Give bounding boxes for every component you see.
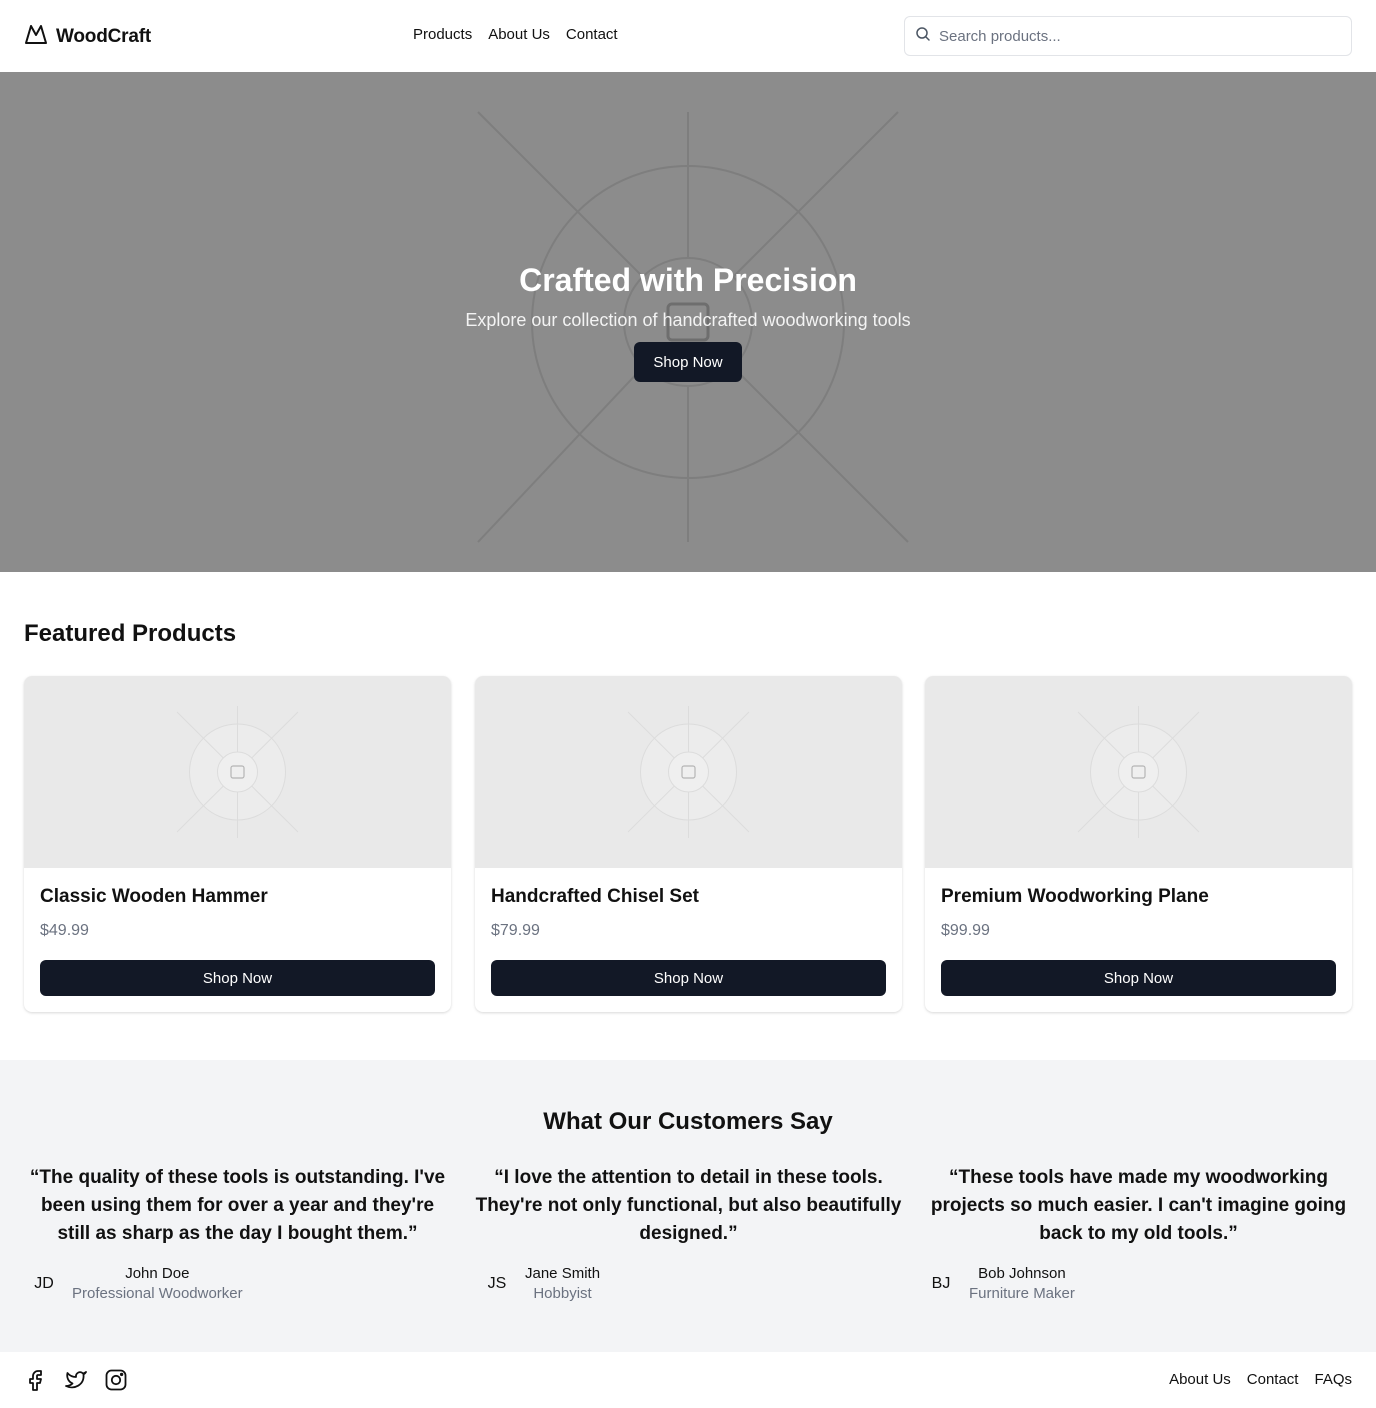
- testimonial-author: JS Jane Smith Hobbyist: [477, 1264, 600, 1304]
- hero-shop-now-button[interactable]: Shop Now: [634, 342, 742, 382]
- product-image: [24, 676, 451, 868]
- footer-faqs-link[interactable]: FAQs: [1314, 1371, 1352, 1388]
- product-image: [475, 676, 902, 868]
- hero-title: Crafted with Precision: [519, 262, 857, 298]
- instagram-icon[interactable]: [104, 1368, 128, 1392]
- testimonial: “I love the attention to detail in these…: [475, 1164, 902, 1302]
- author-name: John Doe: [125, 1265, 190, 1282]
- product-shop-now-button[interactable]: Shop Now: [40, 960, 435, 996]
- testimonials-title: What Our Customers Say: [543, 1108, 833, 1135]
- social-links: [24, 1368, 128, 1392]
- avatar: JS: [487, 1275, 507, 1292]
- footer-contact-link[interactable]: Contact: [1247, 1371, 1299, 1388]
- nav-contact[interactable]: Contact: [566, 26, 618, 43]
- nav-about-us[interactable]: About Us: [488, 26, 550, 43]
- site-header: WoodCraft Products About Us Contact: [0, 0, 1376, 72]
- product-name[interactable]: Handcrafted Chisel Set: [491, 886, 699, 908]
- hero-subtitle: Explore our collection of handcrafted wo…: [465, 310, 911, 330]
- facebook-icon[interactable]: [24, 1368, 48, 1392]
- product-card: Premium Woodworking Plane $99.99 Shop No…: [925, 676, 1352, 1012]
- product-name[interactable]: Classic Wooden Hammer: [40, 886, 268, 908]
- avatar: JD: [34, 1275, 54, 1292]
- brand-logo[interactable]: WoodCraft: [24, 22, 151, 51]
- brand-name: WoodCraft: [56, 25, 151, 47]
- testimonial-quote: “I love the attention to detail in these…: [475, 1167, 902, 1244]
- hero-banner: Crafted with Precision Explore our colle…: [0, 72, 1376, 572]
- product-card: Handcrafted Chisel Set $79.99 Shop Now: [475, 676, 902, 1012]
- twitter-icon[interactable]: [64, 1368, 88, 1392]
- product-shop-now-button[interactable]: Shop Now: [941, 960, 1336, 996]
- testimonial-quote: “These tools have made my woodworking pr…: [930, 1167, 1347, 1244]
- author-role: Furniture Maker: [969, 1285, 1075, 1302]
- testimonials-section: What Our Customers Say “The quality of t…: [0, 1060, 1376, 1352]
- featured-products-title: Featured Products: [24, 620, 237, 647]
- product-card: Classic Wooden Hammer $49.99 Shop Now: [24, 676, 451, 1012]
- main-nav: Products About Us Contact: [413, 26, 618, 43]
- product-name[interactable]: Premium Woodworking Plane: [941, 886, 1209, 908]
- search-icon: [915, 26, 931, 47]
- product-image: [925, 676, 1352, 868]
- author-name: Bob Johnson: [978, 1265, 1066, 1282]
- search-input[interactable]: [939, 27, 1339, 45]
- product-price: $99.99: [941, 922, 990, 939]
- author-role: Hobbyist: [533, 1285, 592, 1302]
- search-box[interactable]: [904, 16, 1352, 56]
- product-shop-now-button[interactable]: Shop Now: [491, 960, 886, 996]
- avatar: BJ: [931, 1275, 951, 1292]
- testimonial: “The quality of these tools is outstandi…: [24, 1164, 451, 1302]
- footer-about-us-link[interactable]: About Us: [1169, 1371, 1231, 1388]
- product-price: $49.99: [40, 922, 89, 939]
- testimonial-author: JD John Doe Professional Woodworker: [24, 1264, 243, 1304]
- mountain-icon: [24, 22, 48, 51]
- footer-nav: About Us Contact FAQs: [1169, 1371, 1352, 1388]
- testimonial-author: BJ Bob Johnson Furniture Maker: [921, 1264, 1075, 1304]
- testimonial-quote: “The quality of these tools is outstandi…: [29, 1167, 446, 1244]
- nav-products[interactable]: Products: [413, 26, 472, 43]
- testimonial: “These tools have made my woodworking pr…: [925, 1164, 1352, 1302]
- site-footer: About Us Contact FAQs: [0, 1352, 1376, 1408]
- author-role: Professional Woodworker: [72, 1285, 243, 1302]
- author-name: Jane Smith: [525, 1265, 601, 1282]
- product-price: $79.99: [491, 922, 540, 939]
